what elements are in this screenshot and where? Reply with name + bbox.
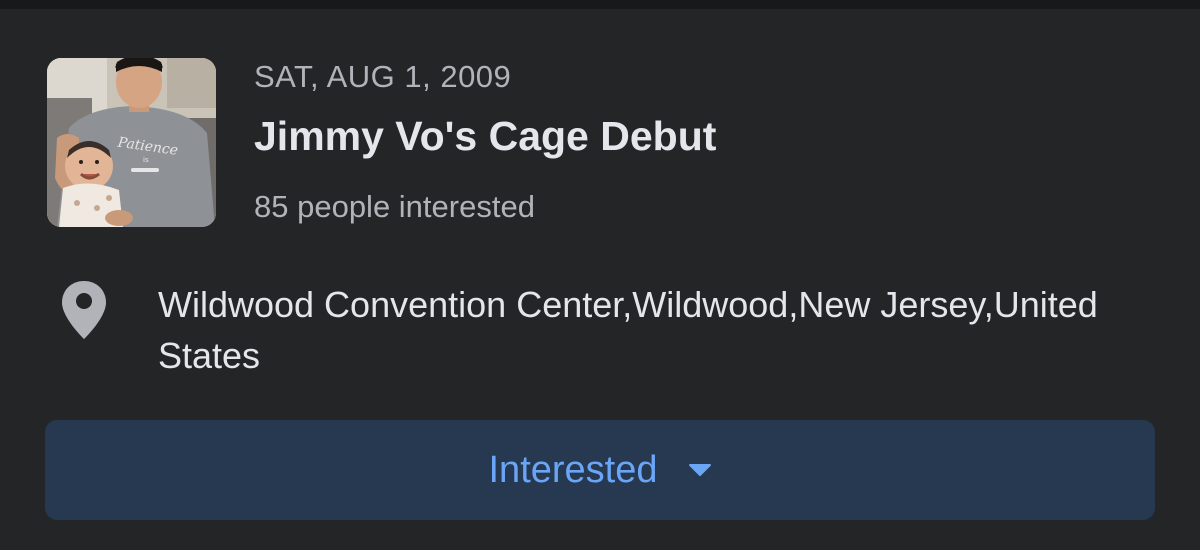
event-date: SAT, AUG 1, 2009 xyxy=(254,59,512,94)
interested-count: 85 people interested xyxy=(254,189,535,224)
event-card[interactable]: Patience is SAT, AUG 1, 2009 Jimmy Vo's … xyxy=(0,9,1200,550)
event-location: Wildwood Convention Center,Wildwood,New … xyxy=(158,284,1098,376)
top-divider xyxy=(0,0,1200,9)
interested-button[interactable]: Interested xyxy=(45,420,1155,520)
event-title[interactable]: Jimmy Vo's Cage Debut xyxy=(254,113,716,160)
event-thumbnail[interactable]: Patience is xyxy=(47,58,216,227)
caret-down-icon xyxy=(688,464,711,476)
interested-button-label: Interested xyxy=(488,448,658,491)
svg-text:is: is xyxy=(143,156,149,164)
location-pin-icon xyxy=(62,281,106,339)
